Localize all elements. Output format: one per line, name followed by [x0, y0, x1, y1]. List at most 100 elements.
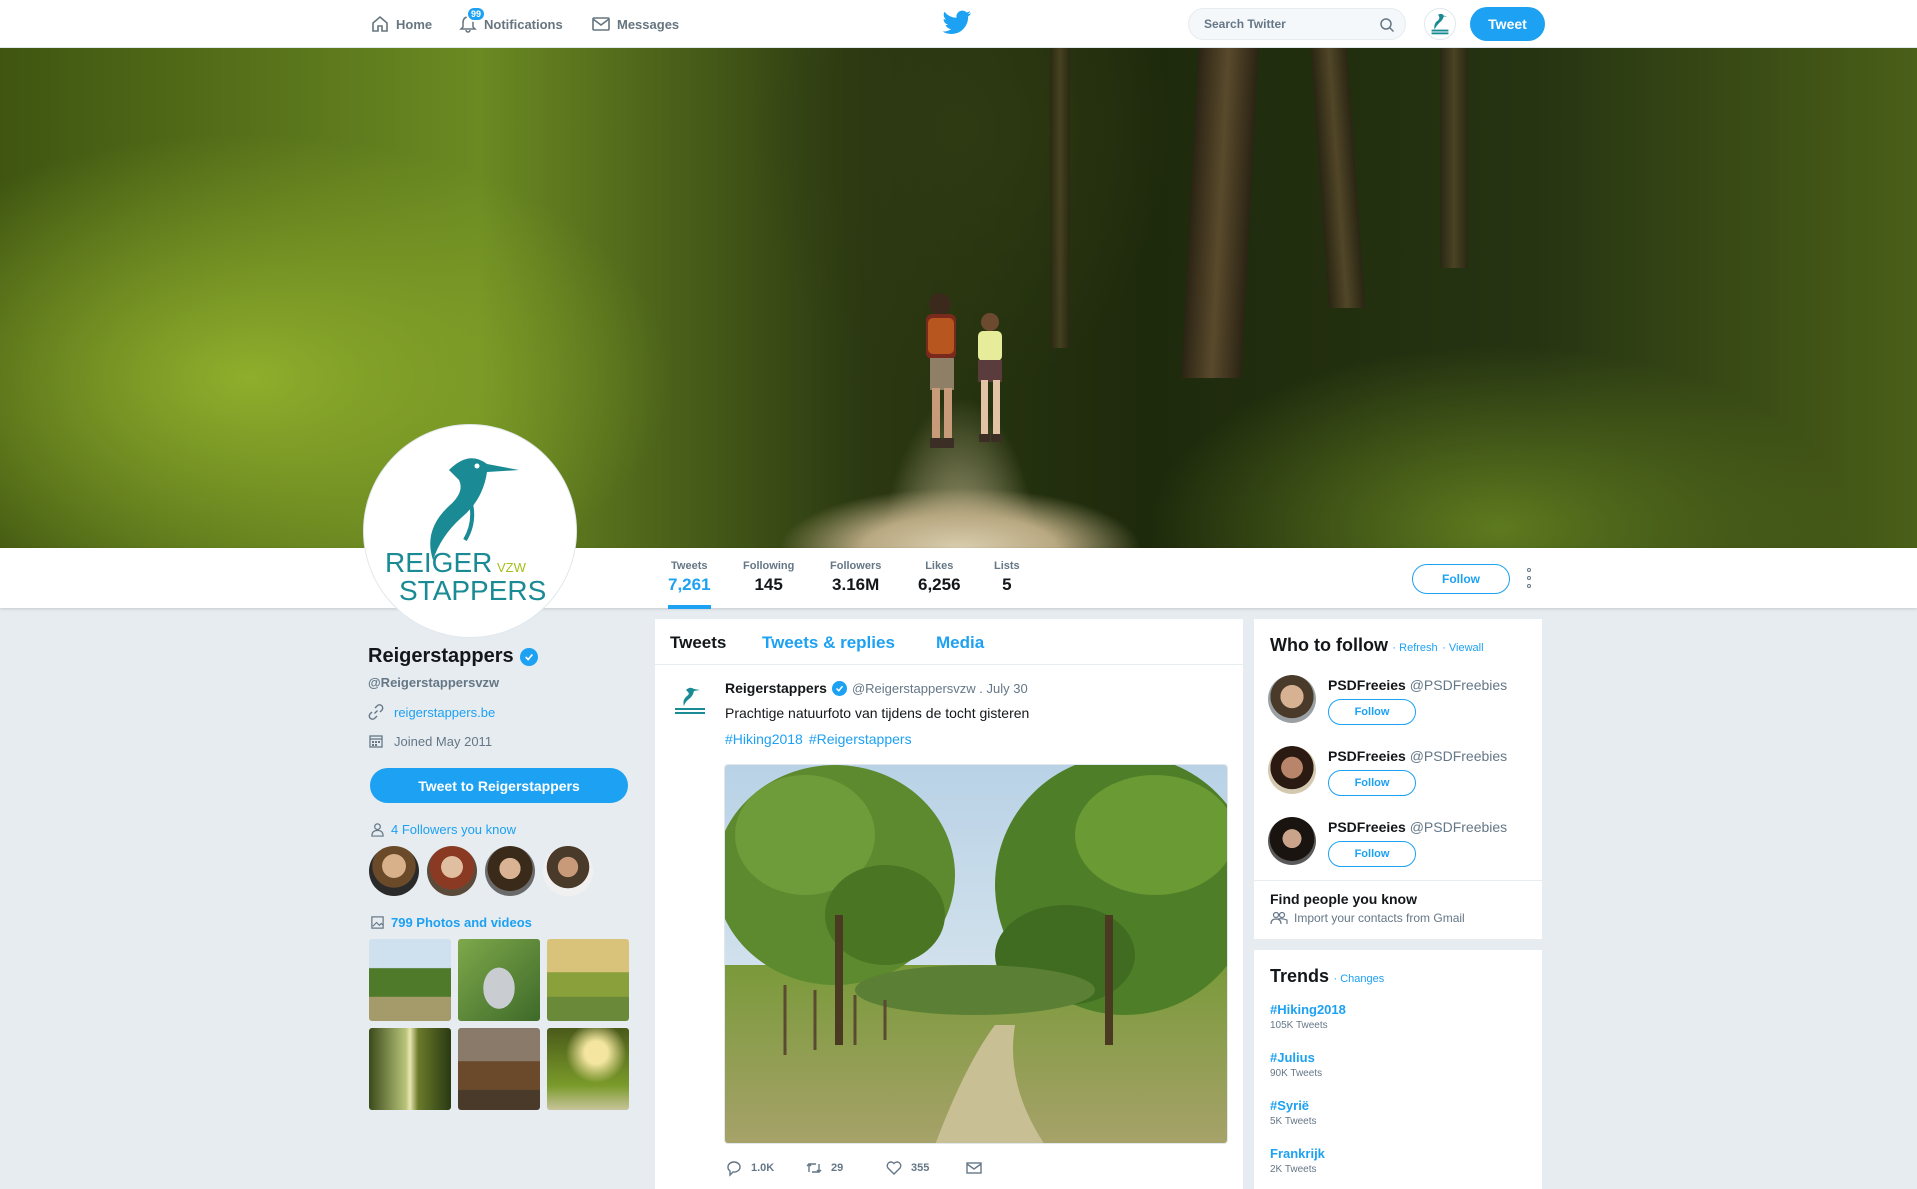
- verified-icon: [831, 680, 847, 696]
- media-thumbnail[interactable]: [547, 1028, 629, 1110]
- nav-home-label: Home: [396, 16, 433, 32]
- tab-media[interactable]: Media: [936, 633, 984, 653]
- nav-notifications[interactable]: 99 Notifications: [458, 6, 563, 34]
- who-to-follow-title: Who to follow: [1270, 635, 1388, 655]
- follower-avatar[interactable]: [543, 846, 593, 896]
- follower-avatar[interactable]: [485, 846, 535, 896]
- follow-button[interactable]: Follow: [1328, 841, 1416, 867]
- followers-you-know-text: 4 Followers you know: [391, 822, 516, 837]
- trend-item[interactable]: #Julius 90K Tweets: [1270, 1050, 1322, 1079]
- suggested-avatar[interactable]: [1268, 746, 1316, 794]
- suggested-avatar[interactable]: [1268, 675, 1316, 723]
- stat-following[interactable]: Following 145: [743, 560, 794, 595]
- twitter-bird-icon[interactable]: [942, 10, 972, 36]
- search-box[interactable]: [1188, 8, 1406, 40]
- follower-avatar[interactable]: [427, 846, 477, 896]
- account-handle: @PSDFreebies: [1409, 819, 1508, 835]
- trend-item[interactable]: #Syrië 5K Tweets: [1270, 1098, 1317, 1127]
- suggested-avatar[interactable]: [1268, 817, 1316, 865]
- website-link[interactable]: reigerstappers.be: [394, 705, 495, 720]
- reply-action[interactable]: 1.0K: [725, 1159, 805, 1177]
- suggested-name[interactable]: PSDFreeies @PSDFreebies: [1328, 748, 1507, 764]
- timeline-tabs: Tweets Tweets & replies Media: [655, 619, 1243, 665]
- heart-icon: [886, 1161, 902, 1175]
- trend-item[interactable]: Frankrijk 2K Tweets: [1270, 1146, 1325, 1175]
- banner-tree-trunk: [1440, 48, 1468, 268]
- trend-count: 5K Tweets: [1270, 1116, 1317, 1127]
- media-thumbnail[interactable]: [458, 1028, 540, 1110]
- suggested-name[interactable]: PSDFreeies @PSDFreebies: [1328, 819, 1507, 835]
- profile-website: reigerstappers.be: [368, 704, 495, 720]
- trends-title: Trends: [1270, 966, 1330, 986]
- view-all-link[interactable]: Viewall: [1449, 642, 1484, 654]
- nav-home[interactable]: Home: [370, 14, 432, 34]
- like-action[interactable]: 355: [885, 1159, 965, 1177]
- find-people-link[interactable]: Find people you know: [1270, 891, 1417, 907]
- stat-lists[interactable]: Lists 5: [994, 560, 1020, 595]
- dm-action[interactable]: [965, 1159, 1045, 1177]
- tweet-to-button[interactable]: Tweet to Reigerstappers: [370, 768, 628, 803]
- heron-logo-icon: [675, 687, 705, 714]
- stat-tweets[interactable]: Tweets 7,261: [668, 560, 711, 609]
- media-thumbnail[interactable]: [458, 939, 540, 1021]
- envelope-icon: [966, 1162, 982, 1174]
- account-name: PSDFreeies: [1328, 748, 1406, 764]
- image-icon: [371, 916, 384, 929]
- profile-follow-button[interactable]: Follow: [1412, 564, 1510, 594]
- import-contacts-text: Import your contacts from Gmail: [1294, 911, 1465, 925]
- more-options-icon[interactable]: [1525, 566, 1533, 590]
- account-name: PSDFreeies: [1328, 677, 1406, 693]
- hashtag-link[interactable]: #Reigerstappers: [809, 731, 912, 747]
- user-icon: [371, 823, 384, 837]
- tab-tweets-replies[interactable]: Tweets & replies: [762, 633, 895, 653]
- refresh-link[interactable]: Refresh: [1399, 642, 1438, 654]
- stat-followers[interactable]: Followers 3.16M: [830, 560, 881, 595]
- tweet-header: Reigerstappers @Reigerstappersvzw . July…: [725, 680, 1028, 696]
- hashtag-link[interactable]: #Hiking2018: [725, 731, 803, 747]
- media-thumbnail[interactable]: [369, 939, 451, 1021]
- logo-line1: REIGER: [385, 547, 492, 578]
- top-navigation: Home 99 Notifications Messages Tweet: [0, 0, 1917, 48]
- trend-item[interactable]: #Hiking2018 105K Tweets: [1270, 1002, 1346, 1031]
- divider: [1254, 880, 1542, 881]
- trend-tag: #Hiking2018: [1270, 1002, 1346, 1017]
- tweet-author-name[interactable]: Reigerstappers: [725, 680, 827, 696]
- stat-value: 5: [1002, 575, 1012, 594]
- tweet-avatar[interactable]: [669, 681, 711, 723]
- retweet-count: 29: [831, 1162, 844, 1174]
- stat-likes[interactable]: Likes 6,256: [918, 560, 961, 595]
- profile-avatar[interactable]: REIGER VZW STAPPERS: [364, 425, 576, 637]
- who-to-follow-header: Who to follow · Refresh · Viewall: [1270, 635, 1484, 655]
- calendar-icon: [369, 735, 383, 748]
- follow-button[interactable]: Follow: [1328, 699, 1416, 725]
- trend-count: 105K Tweets: [1270, 1020, 1328, 1031]
- tweet-button[interactable]: Tweet: [1470, 7, 1545, 41]
- account-handle: @PSDFreebies: [1409, 677, 1508, 693]
- nav-messages[interactable]: Messages: [591, 14, 679, 34]
- followers-you-know-link[interactable]: 4 Followers you know: [370, 822, 516, 837]
- photos-videos-link[interactable]: 799 Photos and videos: [370, 915, 532, 930]
- tab-tweets[interactable]: Tweets: [670, 633, 726, 653]
- account-avatar[interactable]: [1424, 8, 1456, 40]
- follower-avatar[interactable]: [369, 846, 419, 896]
- logo-line2: STAPPERS: [399, 575, 546, 606]
- media-thumbnail[interactable]: [369, 1028, 451, 1110]
- media-thumbnail[interactable]: [547, 939, 629, 1021]
- reply-count: 1.0K: [751, 1162, 775, 1174]
- suggested-name[interactable]: PSDFreeies @PSDFreebies: [1328, 677, 1507, 693]
- people-icon: [1270, 911, 1288, 925]
- tweet-image[interactable]: [724, 764, 1228, 1144]
- import-contacts-link[interactable]: Import your contacts from Gmail: [1270, 911, 1465, 925]
- retweet-action[interactable]: 29: [805, 1159, 885, 1177]
- search-input[interactable]: [1204, 17, 1364, 31]
- notification-badge: 99: [466, 6, 487, 22]
- trend-tag: Frankrijk: [1270, 1146, 1325, 1161]
- trends-change-link[interactable]: Changes: [1340, 973, 1384, 985]
- banner-tree-trunk: [1181, 48, 1259, 378]
- suggested-account: PSDFreeies @PSDFreebies Follow: [1268, 746, 1538, 806]
- envelope-icon: [592, 17, 610, 31]
- search-icon[interactable]: [1379, 17, 1395, 33]
- logo-tag: VZW: [497, 560, 527, 575]
- follow-button[interactable]: Follow: [1328, 770, 1416, 796]
- tweet-actions: 1.0K 29 355: [725, 1159, 1045, 1177]
